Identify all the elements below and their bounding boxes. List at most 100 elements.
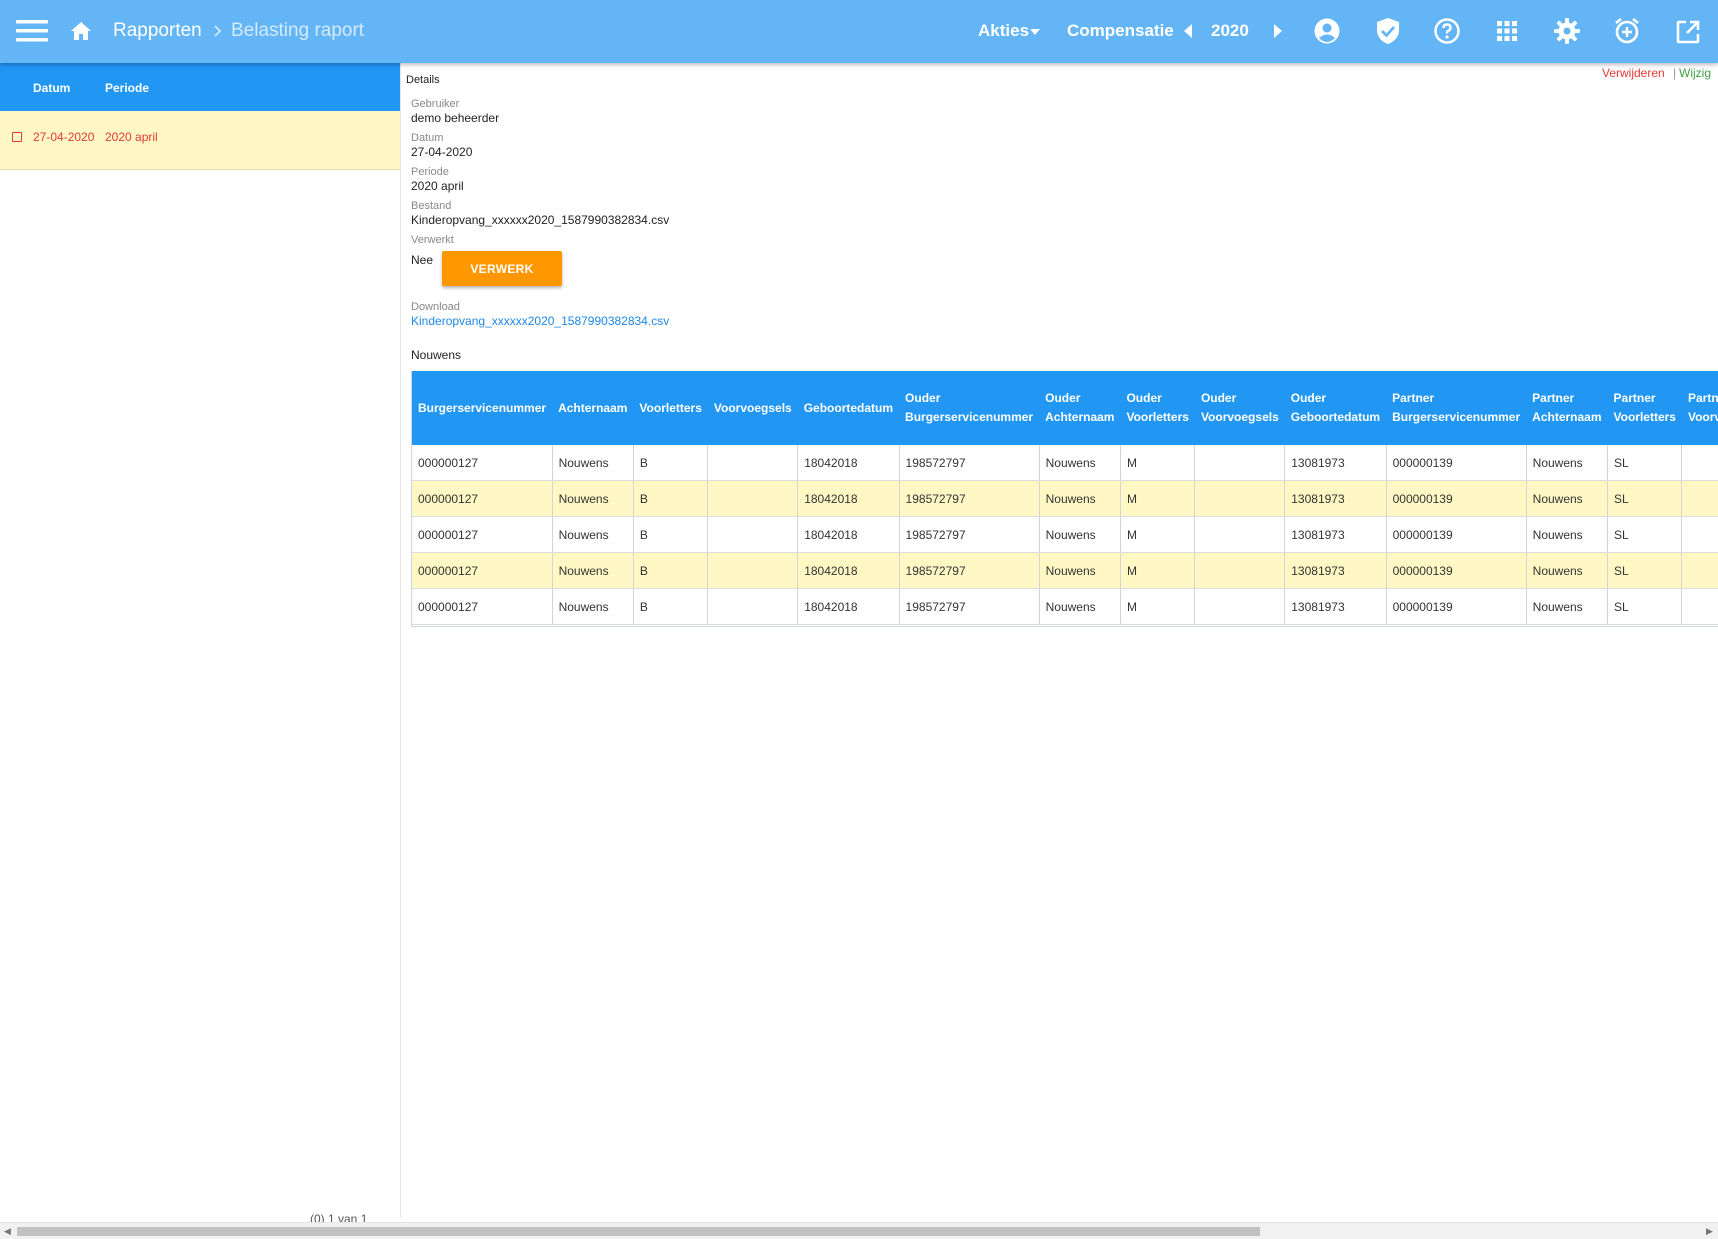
column-header-ouder-voorvoegsels[interactable]: Ouder Voorvoegsels [1194, 371, 1285, 445]
home-icon[interactable] [70, 21, 92, 41]
table-cell: M [1120, 445, 1196, 481]
table-cell [1681, 588, 1718, 625]
table-cell [1194, 445, 1286, 481]
column-header-geboortedatum[interactable]: Geboortedatum [797, 371, 900, 445]
alarm-plus-icon[interactable] [1614, 17, 1640, 45]
column-header-partner-achternaam[interactable]: Partner Achternaam [1526, 371, 1608, 445]
table-cell [707, 588, 799, 625]
table-row[interactable]: 000000127 Nouwens B 18042018 198572797 Nouwen… [412, 516, 1718, 553]
records-table-container[interactable]: Burgerservicenummer Achternaam Voorlette… [411, 371, 1718, 627]
table-cell [1194, 480, 1286, 517]
table-cell [1194, 588, 1286, 625]
column-header-voorletters[interactable]: Voorletters [633, 371, 708, 445]
column-header-achternaam[interactable]: Achternaam [552, 371, 634, 445]
report-list-header: Datum Periode [0, 63, 400, 111]
scroll-right-icon[interactable]: ▶ [1706, 1226, 1713, 1237]
table-row[interactable]: 000000127 Nouwens B 18042018 198572797 Nouwen… [412, 552, 1718, 589]
column-header-ouder-burgerservicenummer[interactable]: Ouder Burgerservicenummer [899, 371, 1040, 445]
verwerk-button[interactable]: VERWERK [442, 251, 562, 286]
table-cell: M [1120, 552, 1196, 589]
row-periode: 2020 april [105, 130, 158, 144]
table-cell: 000000127 [412, 480, 553, 517]
table-cell [1681, 552, 1718, 589]
table-cell: 198572797 [899, 588, 1040, 625]
table-cell: 000000127 [412, 445, 553, 481]
table-row[interactable]: 000000127 Nouwens B 18042018 198572797 Nouwen… [412, 588, 1718, 625]
caret-right-icon[interactable] [1273, 23, 1283, 39]
table-cell: Nouwens [552, 552, 634, 589]
actions-menu[interactable]: Akties [978, 21, 1029, 41]
caret-left-icon[interactable] [1183, 23, 1193, 39]
apps-grid-icon[interactable] [1497, 21, 1517, 41]
delete-link[interactable]: Verwijderen [1602, 66, 1665, 80]
table-cell: Nouwens [552, 588, 634, 625]
column-header-burgerservicenummer[interactable]: Burgerservicenummer [412, 371, 553, 445]
datum-value: 27-04-2020 [411, 145, 473, 159]
column-header-ouder-achternaam[interactable]: Ouder Achternaam [1039, 371, 1121, 445]
table-cell: M [1120, 516, 1196, 553]
table-cell: 000000139 [1386, 480, 1527, 517]
checkbox-icon[interactable] [12, 132, 22, 142]
edit-link[interactable]: Wijzig [1679, 66, 1711, 80]
breadcrumb-rapporten[interactable]: Rapporten [113, 20, 202, 42]
table-cell: 13081973 [1284, 516, 1387, 553]
table-cell: 000000127 [412, 588, 553, 625]
table-cell: 18042018 [797, 480, 900, 517]
verwerkt-value: Nee [411, 253, 434, 267]
download-link[interactable]: Kinderopvang_xxxxxx2020_1587990382834.cs… [411, 314, 669, 328]
column-header-partner-voorvoegsels[interactable]: PartnerVoorvoegsels [1681, 371, 1718, 445]
panel-divider [400, 63, 401, 1218]
table-cell: 198572797 [899, 445, 1040, 481]
periode-value: 2020 april [411, 179, 464, 193]
table-header-row: Burgerservicenummer Achternaam Voorlette… [412, 371, 1718, 445]
table-cell: B [633, 480, 709, 517]
column-header-datum[interactable]: Datum [33, 81, 70, 95]
table-cell: Nouwens [552, 480, 634, 517]
table-cell: 000000127 [412, 516, 553, 553]
column-header-partner-voorletters[interactable]: Partner Voorletters [1607, 371, 1682, 445]
table-cell: SL [1607, 445, 1683, 481]
caret-down-icon[interactable] [1029, 28, 1041, 36]
table-cell: Nouwens [552, 516, 634, 553]
download-label: Download [411, 301, 460, 313]
table-row[interactable]: 000000127 Nouwens B 18042018 198572797 Nouwen… [412, 445, 1718, 481]
details-title: Details [406, 74, 440, 86]
scroll-left-icon[interactable]: ◀ [4, 1226, 11, 1237]
column-header-periode[interactable]: Periode [105, 81, 149, 95]
year-display: 2020 [1211, 21, 1249, 40]
column-header-voorvoegsels[interactable]: Voorvoegsels [707, 371, 798, 445]
table-cell: SL [1607, 552, 1683, 589]
table-cell [1681, 480, 1718, 517]
table-cell: 13081973 [1284, 588, 1387, 625]
gebruiker-label: Gebruiker [411, 98, 460, 110]
table-cell: SL [1607, 480, 1683, 517]
bestand-label: Bestand [411, 200, 452, 212]
table-cell: Nouwens [1039, 445, 1121, 481]
table-cell: 198572797 [899, 516, 1040, 553]
hamburger-menu-icon[interactable] [16, 19, 48, 43]
account-circle-icon[interactable] [1314, 18, 1340, 44]
compensation-link[interactable]: Compensatie [1067, 21, 1174, 41]
table-cell: Nouwens [1039, 588, 1121, 625]
column-header-ouder-voorletters[interactable]: Ouder Voorletters [1120, 371, 1195, 445]
table-cell: B [633, 588, 709, 625]
table-row[interactable]: 000000127 Nouwens B 18042018 198572797 Nouwen… [412, 480, 1718, 517]
column-header-partner-burgerservicenummer[interactable]: Partner Burgerservicenummer [1386, 371, 1527, 445]
datum-label: Datum [411, 132, 444, 144]
help-circle-icon[interactable] [1434, 18, 1460, 44]
table-cell: B [633, 516, 709, 553]
open-in-new-icon[interactable] [1676, 20, 1700, 44]
group-name: Nouwens [411, 348, 462, 362]
gear-icon[interactable] [1554, 18, 1580, 44]
table-cell: 13081973 [1284, 445, 1387, 481]
column-header-ouder-geboortedatum[interactable]: Ouder Geboortedatum [1284, 371, 1387, 445]
action-separator: | [1673, 66, 1677, 80]
periode-label: Periode [411, 166, 449, 178]
table-cell: Nouwens [1526, 552, 1609, 589]
shield-check-icon[interactable] [1376, 17, 1400, 45]
scrollbar-thumb[interactable] [17, 1227, 1260, 1236]
report-list-row[interactable]: 27-04-2020 2020 april [0, 111, 400, 170]
horizontal-scrollbar[interactable]: ◀ ▶ [0, 1222, 1718, 1239]
row-datum: 27-04-2020 [33, 130, 95, 144]
table-cell: Nouwens [1526, 480, 1609, 517]
